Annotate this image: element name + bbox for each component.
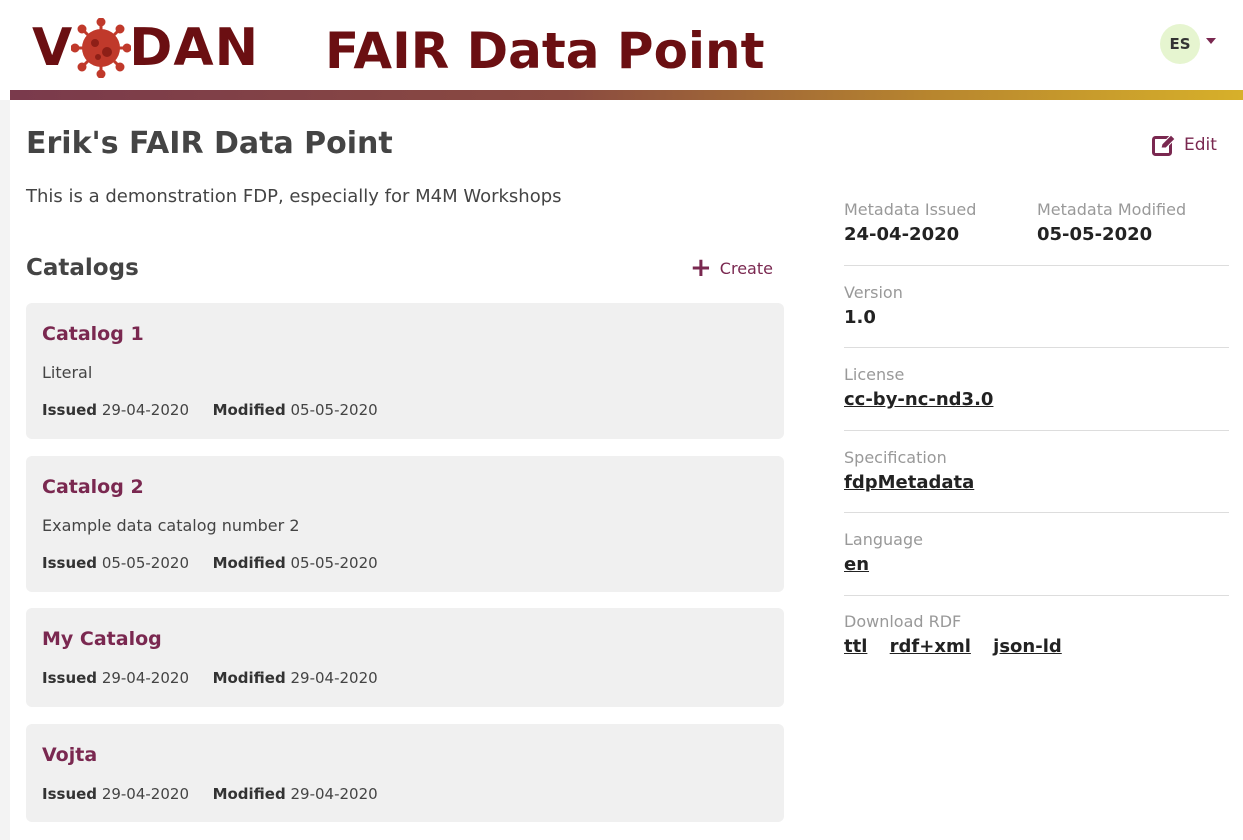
edit-label: Edit — [1184, 135, 1217, 155]
catalog-dates: Issued 05-05-2020 Modified 05-05-2020 — [42, 554, 378, 572]
catalog-card: My Catalog Issued 29-04-2020 Modified 29… — [26, 608, 784, 707]
issued-label: Issued — [42, 401, 98, 419]
download-rdfxml-link[interactable]: rdf+xml — [890, 636, 971, 657]
catalog-title-link[interactable]: My Catalog — [42, 628, 162, 650]
modified-label: Modified — [212, 554, 286, 572]
create-catalog-button[interactable]: + Create — [690, 253, 773, 283]
download-ttl-link[interactable]: ttl — [844, 636, 867, 657]
version-value: 1.0 — [844, 307, 876, 328]
divider — [844, 512, 1229, 513]
license-link[interactable]: cc-by-nc-nd3.0 — [844, 389, 993, 410]
issued-date: 29-04-2020 — [101, 669, 189, 687]
divider — [844, 430, 1229, 431]
issued-label: Issued — [42, 669, 98, 687]
edit-icon — [1152, 134, 1176, 156]
issued-date: 05-05-2020 — [101, 554, 189, 572]
logo-wordmark: V DAN — [32, 16, 259, 80]
download-rdf-label: Download RDF — [844, 612, 962, 631]
divider — [844, 595, 1229, 596]
catalog-card: Vojta Issued 29-04-2020 Modified 29-04-2… — [26, 724, 784, 822]
plus-icon: + — [690, 253, 712, 283]
language-label: Language — [844, 530, 923, 549]
edit-button[interactable]: Edit — [1152, 134, 1217, 156]
metadata-issued-value: 24-04-2020 — [844, 224, 960, 245]
modified-label: Modified — [212, 401, 286, 419]
modified-date: 29-04-2020 — [290, 669, 378, 687]
language-link[interactable]: en — [844, 554, 869, 575]
app-title: FAIR Data Point — [325, 22, 765, 80]
download-rdf-links: ttl rdf+xml json-ld — [844, 636, 1078, 657]
catalog-title-link[interactable]: Catalog 1 — [42, 323, 144, 345]
divider — [844, 265, 1229, 266]
catalog-card: Catalog 1 Literal Issued 29-04-2020 Modi… — [26, 303, 784, 439]
metadata-issued-label: Metadata Issued — [844, 200, 977, 219]
modified-date: 05-05-2020 — [290, 401, 378, 419]
user-avatar[interactable]: ES — [1160, 24, 1200, 64]
specification-label: Specification — [844, 448, 947, 467]
modified-date: 05-05-2020 — [290, 554, 378, 572]
catalog-description: Literal — [42, 363, 93, 382]
divider — [844, 347, 1229, 348]
specification-link[interactable]: fdpMetadata — [844, 472, 974, 493]
version-label: Version — [844, 283, 903, 302]
chevron-down-icon[interactable] — [1206, 38, 1216, 44]
vodan-logo[interactable]: V DAN — [32, 16, 259, 80]
catalog-dates: Issued 29-04-2020 Modified 05-05-2020 — [42, 401, 378, 419]
header-gradient-bar — [10, 90, 1243, 100]
modified-date: 29-04-2020 — [290, 785, 378, 803]
app-header: V DAN FAIR Data Point ES — [0, 0, 1243, 100]
catalog-card: Catalog 2 Example data catalog number 2 … — [26, 456, 784, 592]
virus-icon — [71, 18, 132, 78]
modified-label: Modified — [212, 669, 286, 687]
catalog-title-link[interactable]: Vojta — [42, 744, 97, 766]
catalog-dates: Issued 29-04-2020 Modified 29-04-2020 — [42, 785, 378, 803]
catalog-description: Example data catalog number 2 — [42, 516, 300, 535]
metadata-modified-value: 05-05-2020 — [1037, 224, 1153, 245]
create-label: Create — [719, 258, 773, 278]
license-label: License — [844, 365, 905, 384]
catalog-dates: Issued 29-04-2020 Modified 29-04-2020 — [42, 669, 378, 687]
page: V DAN FAIR Data Point ES Erik's FAIR Dat… — [0, 0, 1243, 840]
catalog-title-link[interactable]: Catalog 2 — [42, 476, 144, 498]
logo-text-start: V — [32, 18, 74, 78]
catalogs-heading: Catalogs — [26, 255, 139, 281]
issued-date: 29-04-2020 — [101, 401, 189, 419]
issued-label: Issued — [42, 554, 98, 572]
left-edge-shadow — [0, 100, 10, 840]
issued-date: 29-04-2020 — [101, 785, 189, 803]
page-title: Erik's FAIR Data Point — [26, 126, 393, 161]
download-jsonld-link[interactable]: json-ld — [993, 636, 1062, 657]
modified-label: Modified — [212, 785, 286, 803]
page-description: This is a demonstration FDP, especially … — [26, 186, 562, 207]
issued-label: Issued — [42, 785, 98, 803]
logo-text-end: DAN — [129, 18, 260, 78]
metadata-modified-label: Metadata Modified — [1037, 200, 1187, 219]
